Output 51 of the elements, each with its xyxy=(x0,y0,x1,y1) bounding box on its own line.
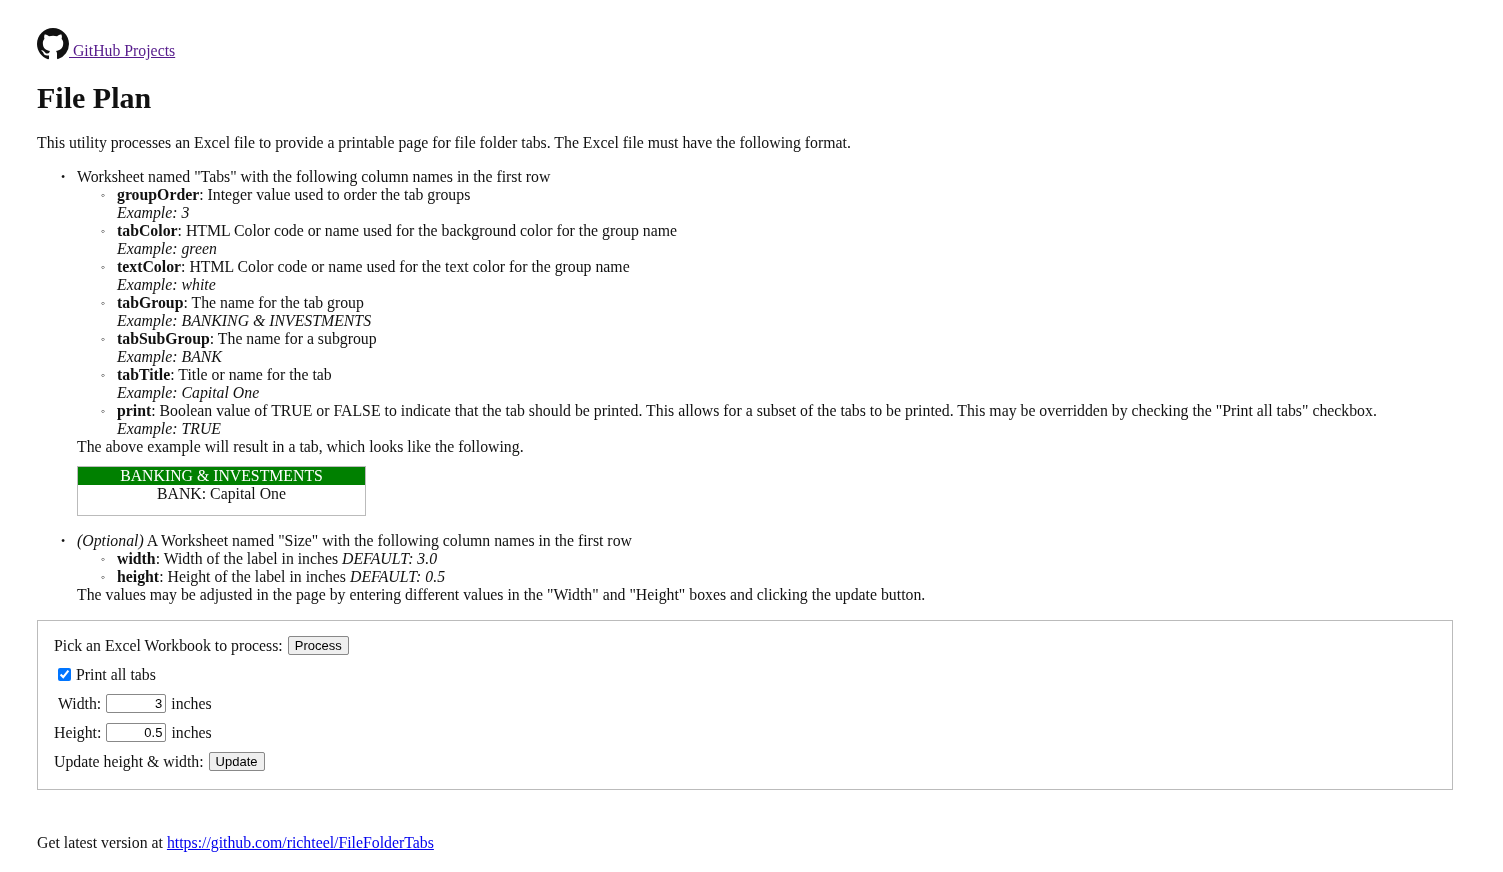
bullet-icon: ◦ xyxy=(101,366,117,402)
height-label: Height: xyxy=(54,723,102,742)
note-text: The values may be adjusted in the page by entering different values in the "Width" and "Height" boxes and clicking the update button. xyxy=(77,586,926,604)
intro-text: This utility processes an Excel file to provide a printable page for file folder tabs. The Excel file must have the following format. xyxy=(37,134,852,152)
width-field[interactable]: 3 xyxy=(106,694,167,713)
note-text: The above example will result in a tab, which looks like the following. xyxy=(77,438,525,456)
example-text: Example: BANKING & INVESTMENTS xyxy=(117,312,372,329)
tab-group-bar: BANKING & INVESTMENTS xyxy=(78,467,365,485)
example-text: Example: Capital One xyxy=(117,384,260,401)
width-label: Width: xyxy=(57,694,102,713)
process-button[interactable]: Process xyxy=(287,636,349,655)
height-field[interactable]: 0.5 xyxy=(106,723,167,742)
update-button[interactable]: Update xyxy=(208,752,265,771)
repository-link[interactable]: https://github.com/richteel/FileFolderTabs xyxy=(166,834,434,851)
bullet-icon: ◦ xyxy=(101,222,117,258)
pick-label: Pick an Excel Workbook to process: xyxy=(54,636,283,655)
unit-label: inches xyxy=(171,723,212,742)
bullet-icon: ◦ xyxy=(101,550,117,568)
field-description: height: Height of the label in inches DEFAULT: 0.5 xyxy=(117,568,446,585)
field-description: textColor: HTML Color code or name used for the text color for the group name xyxy=(117,258,630,275)
example-text: Example: 3 xyxy=(117,204,190,221)
field-description: tabGroup: The name for the tab group xyxy=(117,294,364,311)
unit-label: inches xyxy=(171,694,212,713)
example-text: Example: BANK xyxy=(117,348,222,365)
bullet-icon: ◦ xyxy=(101,330,117,366)
example-text: Example: green xyxy=(117,240,217,257)
bullet-icon: • xyxy=(61,532,77,604)
footer-text: Get latest version at xyxy=(37,834,163,851)
field-description: width: Width of the label in inches DEFAULT: 3.0 xyxy=(117,550,438,567)
tab-title: BANK: Capital One xyxy=(156,485,287,503)
bullet-icon: • xyxy=(61,168,77,516)
list-item-text: Worksheet named "Tabs" with the following column names in the first row xyxy=(77,168,551,185)
print-all-checkbox[interactable] xyxy=(58,668,71,681)
bullet-icon: ◦ xyxy=(101,258,117,294)
checkbox-label: Print all tabs xyxy=(76,665,156,684)
github-projects-link[interactable]: GitHub Projects xyxy=(69,42,176,60)
field-description: tabSubGroup: The name for a subgroup xyxy=(117,330,377,347)
bullet-icon: ◦ xyxy=(101,568,117,586)
bullet-icon: ◦ xyxy=(101,402,117,438)
list-item-text: (Optional) A Worksheet named "Size" with the following column names in the first row xyxy=(77,532,632,549)
field-description: print: Boolean value of TRUE or FALSE to indicate that the tab should be printed. This allows for a subset of the tabs to be printed. This may be overridden by checking the "Print all tabs" checkbox. xyxy=(117,402,1377,419)
bullet-icon: ◦ xyxy=(101,294,117,330)
field-description: groupOrder: Integer value used to order the tab groups xyxy=(117,186,471,203)
bullet-icon: ◦ xyxy=(101,186,117,222)
example-text: Example: TRUE xyxy=(117,420,221,437)
page-title: File Plan xyxy=(37,80,153,116)
github-logo-icon xyxy=(37,28,69,60)
field-description: tabTitle: Title or name for the tab xyxy=(117,366,332,383)
example-text: Example: white xyxy=(117,276,216,293)
field-description: tabColor: HTML Color code or name used for the background color for the group name xyxy=(117,222,678,239)
update-label: Update height & width: xyxy=(54,752,204,771)
